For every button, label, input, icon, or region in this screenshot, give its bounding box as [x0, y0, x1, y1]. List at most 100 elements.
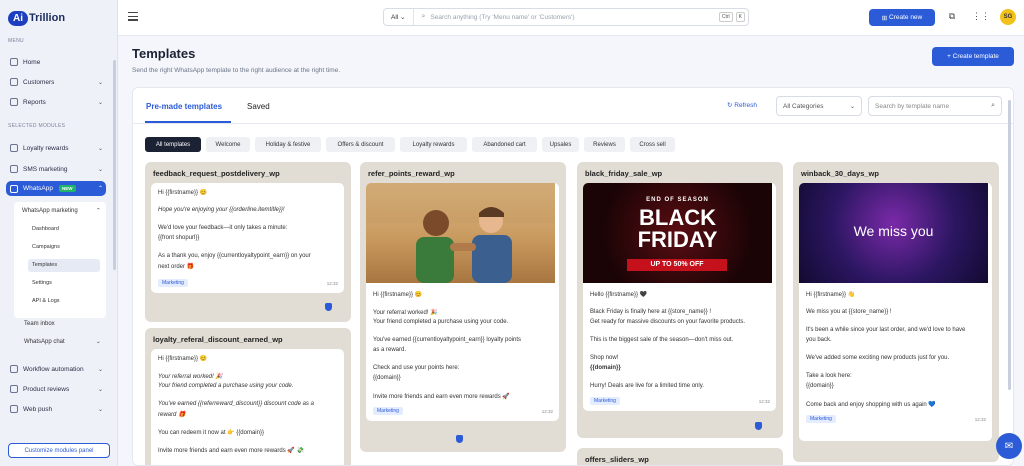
- refresh-button[interactable]: ↻ Refresh: [727, 101, 757, 109]
- marketing-tag: Marketing: [158, 279, 188, 287]
- page-subtitle: Send the right WhatsApp template to the …: [132, 67, 341, 74]
- message-preview: Hi {{firstname}} 😊 Hope you're enjoying …: [151, 183, 344, 293]
- submenu-dashboard[interactable]: Dashboard: [32, 226, 59, 232]
- chip-abandoned-cart[interactable]: Abandoned cart: [472, 137, 537, 152]
- sidebar-item-home[interactable]: Home: [6, 55, 106, 69]
- card-title: offers_sliders_wp: [585, 455, 649, 464]
- chevron-up-icon: ⌃: [96, 208, 101, 214]
- chip-welcome[interactable]: Welcome: [206, 137, 250, 152]
- search-input[interactable]: Search anything (Try 'Menu name' or 'Cus…: [430, 14, 718, 21]
- chat-support-button[interactable]: ✉: [996, 433, 1022, 459]
- sidebar-item-sms[interactable]: SMS marketing ⌄: [6, 162, 106, 176]
- gift-icon: [10, 144, 18, 152]
- sidebar-scrollbar[interactable]: [113, 60, 116, 270]
- search-icon: ⌕: [421, 13, 426, 20]
- verified-shield-icon: [755, 422, 762, 430]
- chip-loyalty[interactable]: Loyalty rewards: [400, 137, 467, 152]
- templates-panel: Pre-made templates Saved ↻ Refresh All C…: [132, 87, 1014, 466]
- avatar[interactable]: SG: [1000, 9, 1016, 25]
- chat-icon: ✉: [1004, 440, 1014, 452]
- chevron-up-icon: ⌃: [97, 186, 103, 192]
- global-search[interactable]: All ⌄ ⌕ Search anything (Try 'Menu name'…: [383, 8, 749, 26]
- menu-toggle-icon[interactable]: [128, 12, 138, 21]
- users-icon: [10, 78, 18, 86]
- modules-section-label: SELECTED MODULES: [8, 123, 66, 129]
- page-title: Templates: [132, 46, 196, 61]
- template-card[interactable]: loyalty_referal_discount_earned_wp Hi {{…: [145, 328, 351, 465]
- card-title: black_friday_sale_wp: [585, 169, 663, 178]
- chart-icon: [10, 98, 18, 106]
- card-title: feedback_request_postdelivery_wp: [153, 169, 280, 178]
- whatsapp-submenu: WhatsApp marketing ⌃ Dashboard Campaigns…: [14, 202, 106, 318]
- template-card[interactable]: black_friday_sale_wp END OF SEASON BLACK…: [577, 162, 783, 438]
- marketing-tag: Marketing: [806, 415, 836, 423]
- home-icon: [10, 58, 18, 66]
- sms-icon: [10, 165, 18, 173]
- submenu-whatsapp-marketing[interactable]: WhatsApp marketing: [22, 208, 78, 214]
- menu-section-label: MENU: [8, 38, 24, 44]
- chevron-down-icon: ⌄: [97, 406, 103, 413]
- category-select[interactable]: All Categories ⌄: [776, 96, 862, 116]
- message-preview: We miss you Hi {{firstname}} 👋 We miss y…: [799, 183, 992, 441]
- chip-cross-sell[interactable]: Cross sell: [630, 137, 675, 152]
- search-icon: ⌕: [991, 102, 995, 109]
- chip-reviews[interactable]: Reviews: [584, 137, 625, 152]
- template-card[interactable]: offers_sliders_wp: [577, 448, 783, 465]
- brand-logo[interactable]: Ai Trillion: [8, 9, 65, 27]
- tab-premade-templates[interactable]: Pre-made templates: [146, 102, 222, 111]
- illustration: [366, 183, 555, 283]
- submenu-settings[interactable]: Settings: [32, 280, 52, 286]
- logo-text: Trillion: [29, 12, 66, 24]
- apps-grid-icon[interactable]: ⋮⋮: [972, 10, 990, 22]
- bell-icon: [10, 405, 18, 413]
- sidebar-item-workflow[interactable]: Workflow automation ⌄: [6, 362, 106, 376]
- tab-saved[interactable]: Saved: [247, 102, 270, 111]
- card-title: winback_30_days_wp: [801, 169, 879, 178]
- sidebar-item-reviews[interactable]: Product reviews ⌄: [6, 382, 106, 396]
- chevron-down-icon: ⌄: [96, 339, 101, 345]
- search-scope-select[interactable]: All ⌄: [384, 9, 414, 25]
- translate-icon[interactable]: ⧉: [946, 10, 958, 22]
- kbd-ctrl: Ctrl: [718, 12, 733, 22]
- submenu-campaigns[interactable]: Campaigns: [32, 244, 60, 250]
- template-search-input[interactable]: Search by template name ⌕: [868, 96, 1002, 116]
- workflow-icon: [10, 365, 18, 373]
- refresh-icon: ↻: [727, 102, 733, 109]
- submenu-team-inbox[interactable]: Team inbox: [24, 321, 55, 327]
- customize-modules-button[interactable]: Customize modules panel: [8, 443, 110, 458]
- verified-shield-icon: [456, 435, 463, 443]
- template-card[interactable]: feedback_request_postdelivery_wp Hi {{fi…: [145, 162, 351, 322]
- message-preview: Hi {{firstname}} 😊 Your referral worked!…: [366, 183, 559, 421]
- sidebar-item-loyalty[interactable]: Loyalty rewards ⌄: [6, 141, 106, 155]
- topbar: All ⌄ ⌕ Search anything (Try 'Menu name'…: [118, 0, 1024, 36]
- page-scrollbar[interactable]: [1008, 100, 1011, 390]
- template-card[interactable]: winback_30_days_wp We miss you Hi {{firs…: [793, 162, 999, 462]
- kbd-k: K: [735, 12, 745, 22]
- chevron-down-icon: ⌄: [97, 166, 103, 173]
- chevron-down-icon: ⌄: [97, 99, 103, 106]
- sidebar-item-customers[interactable]: Customers ⌄: [6, 75, 106, 89]
- sidebar-item-webpush[interactable]: Web push ⌄: [6, 402, 106, 416]
- chevron-down-icon: ⌄: [97, 386, 103, 393]
- submenu-whatsapp-chat[interactable]: WhatsApp chat: [24, 339, 65, 345]
- star-icon: [10, 385, 18, 393]
- chevron-down-icon: ⌄: [97, 79, 103, 86]
- chip-offers[interactable]: Offers & discount: [326, 137, 395, 152]
- chevron-down-icon: ⌄: [97, 145, 103, 152]
- chevron-down-icon: ⌄: [97, 366, 103, 373]
- card-title: loyalty_referal_discount_earned_wp: [153, 335, 283, 344]
- template-card[interactable]: refer_points_reward_wp Hi {{firstname}} …: [360, 162, 566, 452]
- chip-upsales[interactable]: Upsales: [542, 137, 579, 152]
- submenu-api-logs[interactable]: API & Logs: [32, 298, 60, 304]
- submenu-templates[interactable]: Templates: [28, 259, 100, 272]
- sidebar-item-reports[interactable]: Reports ⌄: [6, 95, 106, 109]
- create-new-button[interactable]: ⊞ Create new: [869, 9, 935, 26]
- chip-all-templates[interactable]: All templates: [145, 137, 201, 152]
- marketing-tag: Marketing: [373, 407, 403, 415]
- sidebar-item-whatsapp[interactable]: WhatsApp NEW ⌃: [6, 181, 106, 196]
- message-preview: END OF SEASON BLACK FRIDAY UP TO 50% OFF…: [583, 183, 776, 411]
- chip-holiday[interactable]: Holiday & festive: [255, 137, 321, 152]
- chevron-down-icon: ⌄: [849, 103, 855, 110]
- create-template-button[interactable]: + Create template: [932, 47, 1014, 66]
- message-preview: Hi {{firstname}} 😊 Your referral worked!…: [151, 349, 344, 465]
